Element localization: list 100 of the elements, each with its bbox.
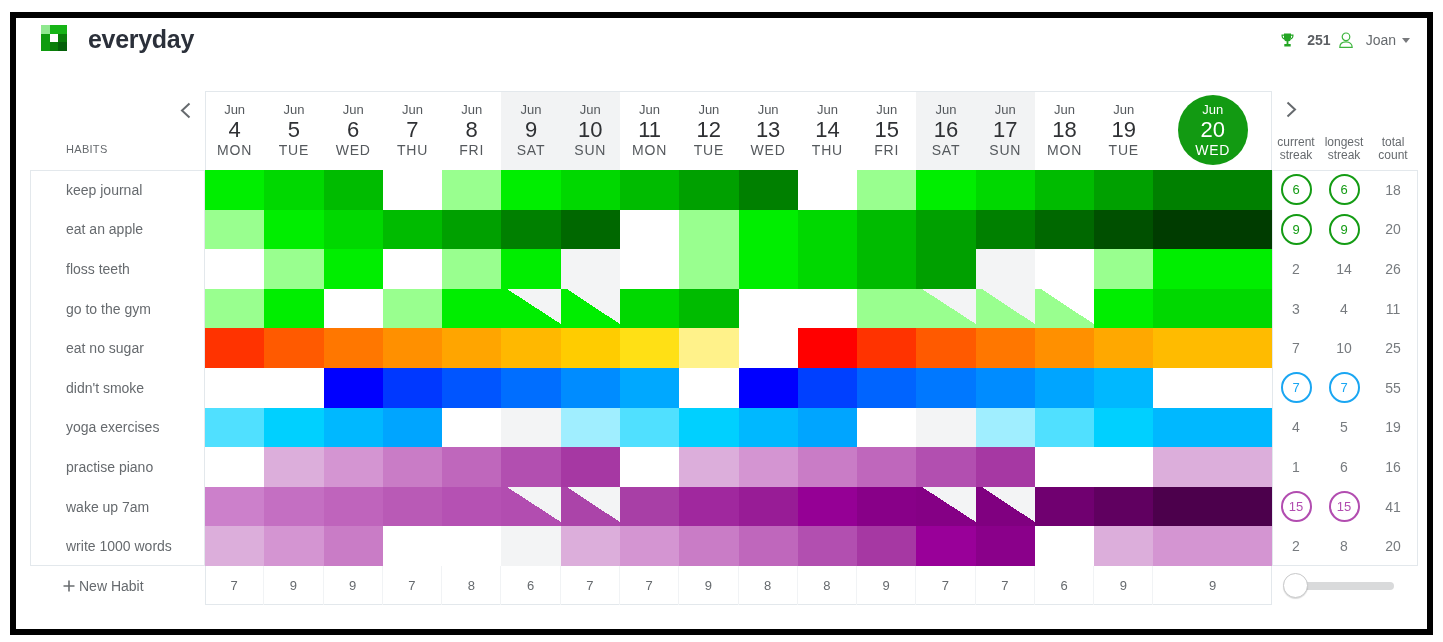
habit-day-cell[interactable] (738, 486, 798, 527)
habit-day-cell[interactable] (1153, 486, 1272, 527)
habit-day-cell[interactable] (679, 447, 739, 487)
habit-day-cell[interactable] (679, 288, 739, 329)
habit-day-cell[interactable] (560, 447, 620, 487)
habit-day-cell[interactable] (323, 170, 383, 210)
habit-day-cell[interactable] (679, 328, 739, 368)
habit-day-cell[interactable] (738, 249, 798, 289)
habit-day-cell[interactable] (679, 526, 739, 566)
habit-day-cell[interactable] (797, 407, 858, 448)
habit-day-cell[interactable] (323, 486, 383, 527)
half-filled-cell[interactable] (975, 486, 1035, 527)
habit-day-cell[interactable] (679, 407, 739, 448)
habit-day-cell[interactable] (501, 368, 561, 408)
habit-day-cell[interactable] (1034, 209, 1095, 250)
habit-day-cell[interactable] (560, 170, 620, 210)
habit-day-cell[interactable] (442, 486, 502, 527)
habit-day-cell[interactable] (560, 368, 620, 408)
habit-day-cell[interactable] (975, 209, 1035, 250)
half-filled-cell[interactable] (916, 288, 976, 329)
habit-day-cell[interactable] (857, 486, 917, 527)
habit-day-cell[interactable] (382, 288, 443, 329)
half-filled-cell[interactable] (501, 486, 561, 527)
habit-day-cell[interactable] (501, 447, 561, 487)
habit-day-cell[interactable] (501, 249, 561, 289)
habit-day-cell[interactable] (916, 368, 976, 408)
half-filled-cell[interactable] (560, 486, 620, 527)
habit-day-cell[interactable] (619, 486, 680, 527)
habit-day-cell[interactable] (857, 447, 917, 487)
habit-day-cell[interactable] (1153, 447, 1272, 487)
half-filled-cell[interactable] (916, 486, 976, 527)
habit-day-cell[interactable] (857, 288, 917, 329)
habit-day-cell[interactable] (382, 209, 443, 250)
habit-day-cell[interactable] (797, 328, 858, 368)
habit-day-cell[interactable] (916, 328, 976, 368)
habit-day-cell[interactable] (560, 526, 620, 566)
habit-day-cell[interactable] (560, 328, 620, 368)
habit-day-cell[interactable] (1153, 170, 1272, 210)
habit-day-cell[interactable] (619, 170, 680, 210)
habit-day-cell[interactable] (1094, 328, 1154, 368)
habit-day-cell[interactable] (1034, 407, 1095, 448)
habit-day-cell[interactable] (797, 447, 858, 487)
habit-day-cell[interactable] (382, 328, 443, 368)
habit-day-cell[interactable] (916, 170, 976, 210)
habit-day-cell[interactable] (1034, 170, 1095, 210)
habit-day-cell[interactable] (797, 368, 858, 408)
habit-day-cell[interactable] (857, 209, 917, 250)
habit-day-cell[interactable] (857, 328, 917, 368)
habit-day-cell[interactable] (857, 249, 917, 289)
habit-day-cell[interactable] (323, 407, 383, 448)
habit-day-cell[interactable] (382, 368, 443, 408)
habit-day-cell[interactable] (1153, 407, 1272, 448)
habit-day-cell[interactable] (916, 249, 976, 289)
habit-day-cell[interactable] (205, 288, 265, 329)
habit-day-cell[interactable] (1034, 486, 1095, 527)
habit-day-cell[interactable] (442, 447, 502, 487)
habit-day-cell[interactable] (975, 170, 1035, 210)
habit-day-cell[interactable] (619, 407, 680, 448)
habit-day-cell[interactable] (619, 288, 680, 329)
habit-day-cell[interactable] (738, 526, 798, 566)
habit-day-cell[interactable] (264, 447, 324, 487)
habit-day-cell[interactable] (323, 328, 383, 368)
habit-day-cell[interactable] (1153, 249, 1272, 289)
slider-track[interactable] (1283, 573, 1394, 598)
habit-day-cell[interactable] (264, 209, 324, 250)
habit-day-cell[interactable] (442, 288, 502, 329)
half-filled-cell[interactable] (975, 288, 1035, 329)
habit-day-cell[interactable] (1153, 288, 1272, 329)
user-menu-button[interactable]: Joan (1338, 32, 1410, 48)
habit-day-cell[interactable] (1094, 288, 1154, 329)
habit-day-cell[interactable] (382, 486, 443, 527)
habit-day-cell[interactable] (560, 209, 620, 250)
habit-day-cell[interactable] (738, 447, 798, 487)
habit-day-cell[interactable] (797, 209, 858, 250)
habit-day-cell[interactable] (857, 170, 917, 210)
habit-day-cell[interactable] (1153, 526, 1272, 566)
habit-day-cell[interactable] (323, 368, 383, 408)
habit-day-cell[interactable] (264, 249, 324, 289)
habit-day-cell[interactable] (442, 328, 502, 368)
habit-day-cell[interactable] (205, 170, 265, 210)
habit-day-cell[interactable] (501, 328, 561, 368)
habit-day-cell[interactable] (1094, 526, 1154, 566)
slider-thumb[interactable] (1283, 573, 1308, 598)
habit-day-cell[interactable] (205, 407, 265, 448)
habit-day-cell[interactable] (205, 328, 265, 368)
habit-day-cell[interactable] (619, 368, 680, 408)
habit-day-cell[interactable] (264, 526, 324, 566)
habit-day-cell[interactable] (679, 170, 739, 210)
habit-day-cell[interactable] (797, 526, 858, 566)
habit-day-cell[interactable] (264, 407, 324, 448)
habit-day-cell[interactable] (857, 368, 917, 408)
habit-day-cell[interactable] (916, 209, 976, 250)
habit-day-cell[interactable] (205, 526, 265, 566)
habit-day-cell[interactable] (797, 486, 858, 527)
habit-day-cell[interactable] (679, 249, 739, 289)
habit-day-cell[interactable] (1153, 209, 1272, 250)
habit-day-cell[interactable] (442, 249, 502, 289)
habit-day-cell[interactable] (560, 407, 620, 448)
habit-day-cell[interactable] (323, 526, 383, 566)
habit-day-cell[interactable] (738, 209, 798, 250)
